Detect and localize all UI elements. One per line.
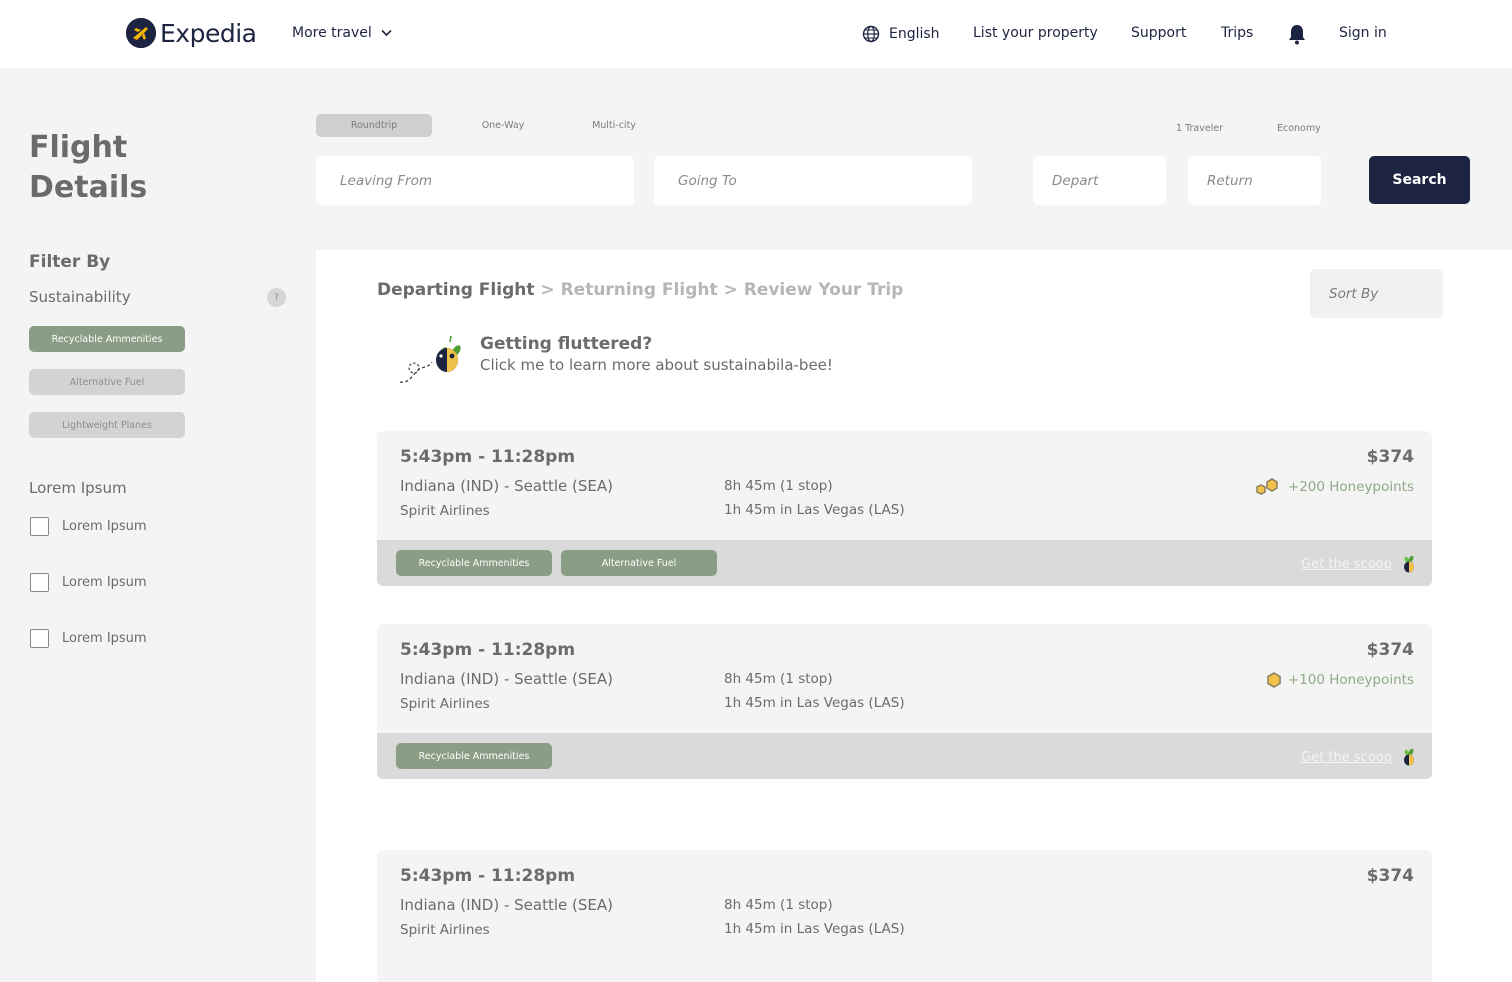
more-travel-label: More travel (292, 25, 372, 41)
globe-icon (862, 25, 880, 43)
tab-one-way[interactable]: One-Way (458, 114, 548, 137)
promo-title: Getting fluttered? (480, 334, 653, 354)
expedia-plane-logo-icon (126, 18, 156, 48)
flight-time: 5:43pm - 11:28pm (400, 640, 576, 660)
sustainability-tag: Recyclable Ammenities (396, 743, 552, 769)
checkbox-label: Lorem Ipsum (62, 519, 147, 534)
flight-price: $374 (1366, 866, 1414, 886)
checkbox[interactable] (30, 629, 49, 648)
checkbox-label: Lorem Ipsum (62, 575, 147, 590)
flight-duration: 8h 45m (1 stop) (724, 478, 833, 494)
filter-chip-alternative-fuel[interactable]: Alternative Fuel (29, 369, 185, 395)
sign-in-link[interactable]: Sign in (1339, 25, 1387, 41)
filter-checkbox-row[interactable]: Lorem Ipsum (30, 573, 147, 592)
bell-icon (1289, 25, 1305, 45)
trips-link[interactable]: Trips (1221, 25, 1253, 41)
flight-route: Indiana (IND) - Seattle (SEA) (400, 477, 613, 495)
sustainability-footer: Recyclable Ammenities Get the scoop (377, 733, 1432, 779)
get-the-scoop-link[interactable]: Get the scoop (1301, 748, 1416, 766)
language-selector[interactable]: English (862, 25, 940, 43)
sustainability-footer: Recyclable Ammenities Alternative Fuel G… (377, 540, 1432, 586)
more-travel-menu[interactable]: More travel (292, 25, 392, 41)
flight-layover: 1h 45m in Las Vegas (LAS) (724, 502, 905, 518)
flight-price: $374 (1366, 640, 1414, 660)
sustainability-label: Sustainability (29, 288, 131, 306)
tab-roundtrip[interactable]: Roundtrip (316, 114, 432, 137)
get-the-scoop-link[interactable]: Get the scoop (1301, 555, 1416, 573)
depart-date-input[interactable]: Depart (1033, 156, 1166, 205)
lorem-filter-heading: Lorem Ipsum (29, 479, 127, 497)
flight-route: Indiana (IND) - Seattle (SEA) (400, 670, 613, 688)
sustainability-promo-banner[interactable]: Getting fluttered? Click me to learn mor… (398, 330, 838, 390)
going-to-input[interactable]: Going To (654, 156, 972, 205)
filter-heading: Filter By (29, 252, 111, 272)
flight-airline: Spirit Airlines (400, 503, 490, 519)
sustainability-tag: Alternative Fuel (561, 550, 717, 576)
flight-result-card[interactable]: 5:43pm - 11:28pm Indiana (IND) - Seattle… (377, 624, 1432, 779)
honeycomb-icon (1256, 478, 1278, 495)
sustainability-help-icon[interactable]: ? (267, 288, 286, 307)
sustainability-tag: Recyclable Ammenities (396, 550, 552, 576)
breadcrumb-separator: > (723, 280, 738, 300)
flight-route: Indiana (IND) - Seattle (SEA) (400, 896, 613, 914)
language-label: English (889, 26, 940, 42)
honeypoints: +200 Honeypoints (1255, 478, 1414, 496)
checkbox-label: Lorem Ipsum (62, 631, 147, 646)
filter-chip-recyclable-ammenities[interactable]: Recyclable Ammenities (29, 326, 185, 352)
scoop-label: Get the scoop (1301, 749, 1392, 765)
flight-layover: 1h 45m in Las Vegas (LAS) (724, 921, 905, 937)
return-date-input[interactable]: Return (1188, 156, 1321, 205)
breadcrumb-separator: > (540, 280, 555, 300)
bee-mascot-icon (399, 335, 461, 383)
flight-result-card[interactable]: 5:43pm - 11:28pm Indiana (IND) - Seattle… (377, 850, 1432, 982)
cabin-class-selector[interactable]: Economy (1277, 123, 1321, 134)
page-title: Flight Details (29, 130, 148, 205)
flight-airline: Spirit Airlines (400, 922, 490, 938)
list-property-link[interactable]: List your property (973, 25, 1098, 41)
support-link[interactable]: Support (1131, 25, 1186, 41)
checkbox[interactable] (30, 573, 49, 592)
sort-by-dropdown[interactable]: Sort By (1310, 269, 1443, 318)
chevron-down-icon (381, 29, 392, 37)
flight-time: 5:43pm - 11:28pm (400, 866, 576, 886)
flight-airline: Spirit Airlines (400, 696, 490, 712)
expedia-logo[interactable]: Expedia (126, 18, 257, 48)
scoop-label: Get the scoop (1301, 556, 1392, 572)
honeycomb-icon (1267, 672, 1281, 688)
flight-price: $374 (1366, 447, 1414, 467)
search-button[interactable]: Search (1369, 156, 1470, 204)
flight-duration: 8h 45m (1 stop) (724, 671, 833, 687)
honeypoints-label: +100 Honeypoints (1287, 672, 1414, 688)
filter-checkbox-row[interactable]: Lorem Ipsum (30, 517, 147, 536)
bee-mascot-icon (1404, 748, 1414, 766)
breadcrumb-review-trip[interactable]: Review Your Trip (744, 280, 904, 300)
filter-chip-lightweight-planes[interactable]: Lightweight Planes (29, 412, 185, 438)
flight-duration: 8h 45m (1 stop) (724, 897, 833, 913)
honeypoints: +100 Honeypoints (1265, 671, 1414, 689)
top-nav-bar: Expedia More travel English List your pr… (0, 0, 1512, 68)
checkbox[interactable] (30, 517, 49, 536)
breadcrumb-departing-flight[interactable]: Departing Flight (377, 280, 534, 300)
tab-multi-city[interactable]: Multi-city (572, 114, 656, 137)
filter-checkbox-row[interactable]: Lorem Ipsum (30, 629, 147, 648)
flight-time: 5:43pm - 11:28pm (400, 447, 576, 467)
flight-layover: 1h 45m in Las Vegas (LAS) (724, 695, 905, 711)
promo-subtitle: Click me to learn more about sustainabil… (480, 356, 833, 374)
booking-breadcrumb: Departing Flight > Returning Flight > Re… (377, 280, 903, 300)
brand-name: Expedia (160, 18, 257, 48)
breadcrumb-returning-flight[interactable]: Returning Flight (561, 280, 718, 300)
bee-mascot-icon (1404, 555, 1414, 573)
honeypoints-label: +200 Honeypoints (1287, 479, 1414, 495)
travelers-selector[interactable]: 1 Traveler (1176, 123, 1223, 134)
leaving-from-input[interactable]: Leaving From (316, 156, 634, 205)
flight-result-card[interactable]: 5:43pm - 11:28pm Indiana (IND) - Seattle… (377, 431, 1432, 586)
notifications-button[interactable] (1287, 23, 1307, 49)
